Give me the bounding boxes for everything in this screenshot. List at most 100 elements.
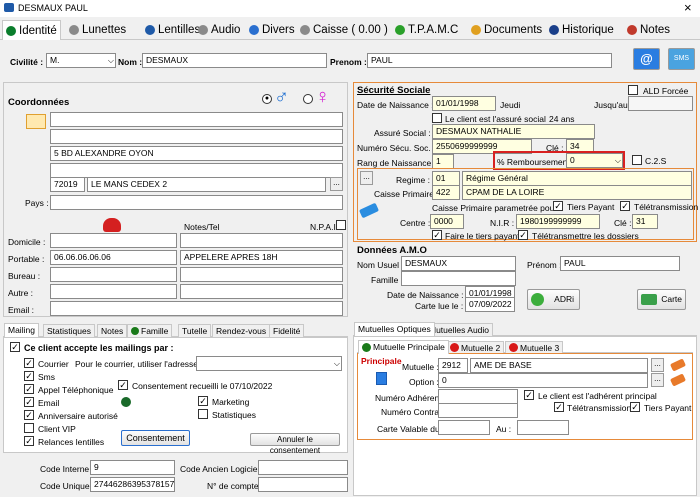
mut-teletrans-checkbox[interactable]: ✓ [554, 402, 564, 412]
portable-field[interactable]: 06.06.06.06.06 [50, 250, 177, 265]
email-checkbox[interactable]: ✓ [24, 397, 34, 407]
valable-field[interactable] [438, 420, 490, 435]
faire-tiers-checkbox[interactable]: ✓ [432, 230, 442, 240]
adherent-field[interactable] [438, 389, 518, 404]
tab-lunettes[interactable]: Lunettes [66, 20, 129, 39]
carte-field[interactable]: 07/09/2022 [465, 297, 515, 312]
teletrans-checkbox[interactable]: ✓ [620, 201, 630, 211]
address-line-1[interactable] [50, 112, 343, 127]
adri-button[interactable]: ADRi [527, 289, 580, 310]
address-line-2[interactable] [50, 129, 343, 144]
ald-checkbox[interactable] [628, 85, 638, 95]
courrier-address-select[interactable]: ⌵ [196, 356, 342, 371]
caisse-code-field[interactable]: 422 [432, 185, 460, 200]
code-interne-field[interactable]: 9 [90, 460, 175, 475]
jusqu-field[interactable] [628, 96, 693, 111]
contrat-field[interactable] [438, 403, 518, 418]
marketing-checkbox[interactable]: ✓ [198, 396, 208, 406]
sms-checkbox[interactable]: ✓ [24, 371, 34, 381]
amo-nom-field[interactable]: DESMAUX [401, 256, 516, 271]
domicile-note-field[interactable] [180, 233, 343, 248]
tab-caisse[interactable]: Caisse ( 0.00 ) [297, 20, 391, 39]
document-icon[interactable] [376, 372, 387, 385]
address-line-4[interactable] [50, 163, 343, 178]
tiers-checkbox[interactable]: ✓ [553, 201, 563, 211]
regime-lookup-button[interactable]: ... [360, 171, 373, 185]
tab-documents[interactable]: Documents [468, 20, 545, 39]
famille-field[interactable] [401, 271, 516, 286]
city-lookup-button[interactable]: ... [330, 177, 343, 191]
vip-checkbox[interactable] [24, 423, 34, 433]
civilite-select[interactable]: M. ⌵ [46, 53, 116, 68]
anniv-checkbox[interactable]: ✓ [24, 410, 34, 420]
regime-field[interactable]: Régime Général [462, 171, 692, 186]
tab-tpamc[interactable]: T.P.A.M.C [392, 20, 461, 39]
tab-rendez-vous[interactable]: Rendez-vous [212, 324, 271, 337]
relances-checkbox[interactable]: ✓ [24, 436, 34, 446]
mut-tiers-checkbox[interactable]: ✓ [630, 402, 640, 412]
tab-audio[interactable]: Audio [195, 20, 243, 39]
tab-mutuelle-principale[interactable]: Mutuelle Principale [358, 340, 449, 354]
compte-field[interactable] [258, 477, 348, 492]
tab-statistiques[interactable]: Statistiques [43, 324, 95, 337]
regime-code-field[interactable]: 01 [432, 171, 460, 186]
pays-field[interactable] [50, 195, 343, 210]
bureau-note-field[interactable] [180, 267, 343, 282]
autre-note-field[interactable] [180, 284, 343, 299]
caisse-field[interactable]: CPAM DE LA LOIRE [462, 185, 692, 200]
option-code-field[interactable]: 0 [438, 373, 648, 388]
tab-historique[interactable]: Historique [546, 20, 617, 39]
tab-tutelle[interactable]: Tutelle [178, 324, 212, 337]
rang-field[interactable]: 1 [432, 154, 454, 169]
tab-fidelite[interactable]: Fidelité [269, 324, 305, 337]
bureau-field[interactable] [50, 267, 177, 282]
consentement-button[interactable]: Consentement [121, 430, 190, 446]
close-icon[interactable]: × [684, 0, 692, 15]
npai-checkbox[interactable] [336, 220, 346, 230]
domicile-field[interactable] [50, 233, 177, 248]
assure-field[interactable]: DESMAUX NATHALIE [432, 124, 595, 139]
stats-checkbox[interactable] [198, 409, 208, 419]
consent-checkbox[interactable]: ✓ [118, 380, 128, 390]
annuler-consentement-button[interactable]: Annuler le consentement [250, 433, 340, 455]
mutuelle-code-field[interactable]: 2912 [438, 358, 468, 373]
appel-checkbox[interactable]: ✓ [24, 384, 34, 394]
address-line-3[interactable]: 5 BD ALEXANDRE OYON [50, 146, 343, 161]
amo-prenom-field[interactable]: PAUL [560, 256, 680, 271]
tab-mailing[interactable]: Mailing [4, 323, 39, 337]
tab-divers[interactable]: Divers [246, 20, 298, 39]
assure-checkbox[interactable] [432, 113, 442, 123]
tab-mutuelles-audio[interactable]: Mutuelles Audio [425, 323, 494, 336]
envelope-icon[interactable] [26, 114, 46, 129]
cle2-field[interactable]: 31 [632, 214, 658, 229]
tab-notes[interactable]: Notes [624, 20, 673, 39]
portable-note-field[interactable]: APPELERE APRES 18H [180, 250, 343, 265]
accept-mailing-checkbox[interactable]: ✓ [10, 342, 20, 352]
teledos-checkbox[interactable]: ✓ [518, 230, 528, 240]
code-ancien-field[interactable] [258, 460, 348, 475]
carte-button[interactable]: Carte [637, 289, 686, 310]
c2s-checkbox[interactable] [632, 155, 642, 165]
courrier-checkbox[interactable]: ✓ [24, 358, 34, 368]
mutuelle-field[interactable]: AME DE BASE [470, 358, 648, 373]
tab-mutuelles-optiques[interactable]: Mutuelles Optiques [354, 322, 435, 336]
nir-field[interactable]: 1980199999999 [516, 214, 600, 229]
mutuelle-lookup-button[interactable]: ... [651, 358, 664, 372]
sms-button[interactable]: SMS [668, 48, 695, 70]
prenom-field[interactable]: PAUL [367, 53, 612, 68]
gender-male-radio[interactable]: ● [262, 94, 272, 104]
tab-notes-mailing[interactable]: Notes [97, 324, 128, 337]
email-button[interactable]: @ [633, 48, 660, 70]
gender-female-radio[interactable] [303, 94, 313, 104]
au-field[interactable] [517, 420, 569, 435]
option-lookup-button[interactable]: ... [651, 373, 664, 387]
nom-field[interactable]: DESMAUX [142, 53, 327, 68]
tab-famille[interactable]: Famille [127, 324, 173, 337]
remb-select[interactable]: 0 ⌵ [566, 153, 623, 168]
centre-field[interactable]: 0000 [430, 214, 464, 229]
autre-field[interactable] [50, 284, 177, 299]
postal-code-field[interactable]: 72019 [50, 177, 85, 192]
tab-identite[interactable]: Identité [2, 20, 61, 40]
city-field[interactable]: LE MANS CEDEX 2 [87, 177, 326, 192]
birth-date-field[interactable]: 01/01/1998 [432, 96, 496, 111]
